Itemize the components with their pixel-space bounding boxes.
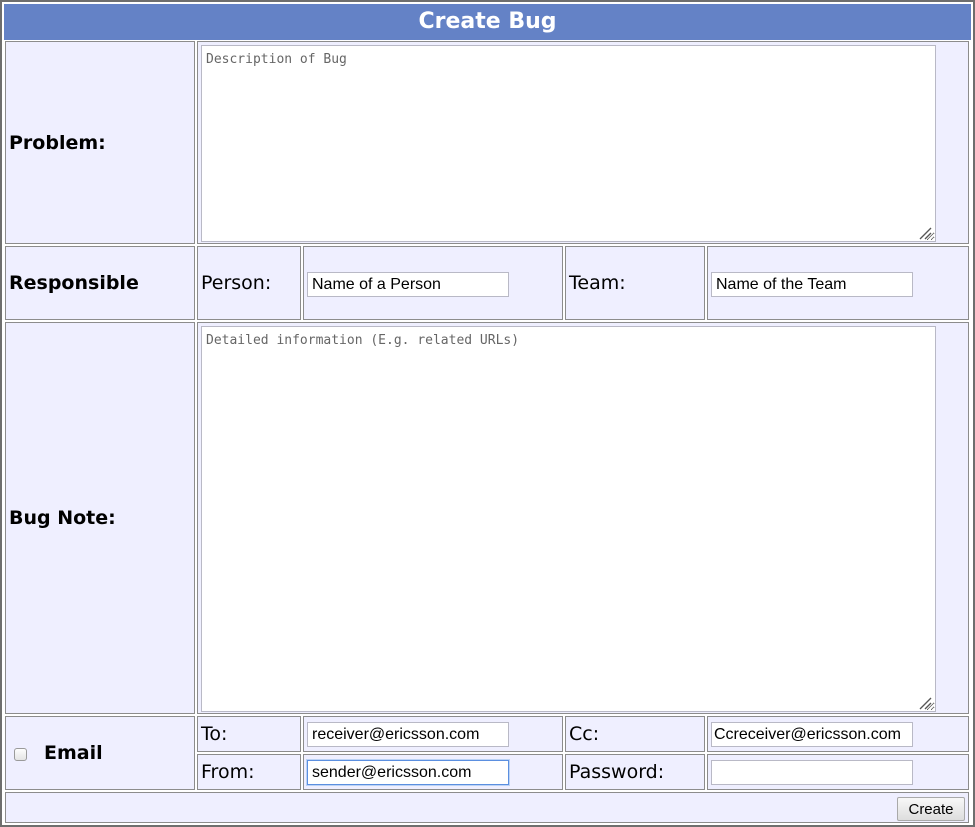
create-bug-form: Create Bug Problem: Responsible Person: …	[0, 0, 975, 827]
bug-note-label: Bug Note:	[5, 322, 195, 714]
create-row: Create	[5, 792, 969, 823]
email-label: Email	[44, 742, 103, 764]
email-cell: Email	[5, 716, 195, 790]
problem-cell	[197, 41, 969, 244]
bug-note-cell	[197, 322, 969, 714]
from-cell	[303, 754, 563, 790]
password-label: Password:	[565, 754, 705, 790]
person-cell	[303, 246, 563, 320]
cc-input[interactable]	[711, 722, 913, 747]
team-cell	[707, 246, 969, 320]
problem-description-textarea[interactable]	[201, 45, 936, 242]
to-input[interactable]	[307, 722, 509, 747]
problem-label: Problem:	[5, 41, 195, 244]
email-checkbox[interactable]	[14, 748, 27, 761]
person-input[interactable]	[307, 272, 509, 297]
password-input[interactable]	[711, 760, 913, 785]
from-input[interactable]	[307, 760, 509, 785]
bug-note-textarea[interactable]	[201, 326, 936, 712]
create-button[interactable]: Create	[897, 797, 965, 821]
form-title: Create Bug	[4, 4, 971, 40]
responsible-label: Responsible	[5, 246, 195, 320]
password-cell	[707, 754, 969, 790]
cc-label: Cc:	[565, 716, 705, 752]
team-label: Team:	[565, 246, 705, 320]
cc-cell	[707, 716, 969, 752]
person-label: Person:	[197, 246, 301, 320]
to-cell	[303, 716, 563, 752]
from-label: From:	[197, 754, 301, 790]
team-input[interactable]	[711, 272, 913, 297]
to-label: To:	[197, 716, 301, 752]
